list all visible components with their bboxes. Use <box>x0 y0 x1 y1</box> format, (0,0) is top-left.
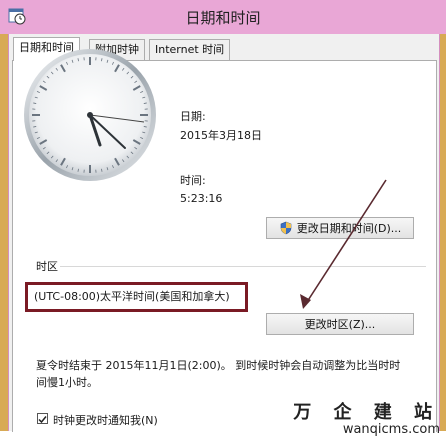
timezone-value-highlight: (UTC-08:00)太平洋时间(美国和加拿大) <box>25 282 248 312</box>
checkmark-icon <box>38 415 47 424</box>
notify-checkbox[interactable] <box>37 413 48 424</box>
date-value: 2015年3月18日 <box>180 127 262 143</box>
timezone-value: (UTC-08:00)太平洋时间(美国和加拿大) <box>34 290 230 303</box>
dst-notice-line1: 夏令时结束于 2015年11月1日(2:00)。 到时候时钟会自动调整为比当时时 <box>36 357 400 373</box>
watermark-domain: wanqicms.com <box>293 422 440 437</box>
change-date-time-label: 更改日期和时间(D)... <box>297 222 402 235</box>
uac-shield-icon <box>279 221 293 235</box>
title-bar[interactable]: 日期和时间 <box>0 0 446 34</box>
analog-clock <box>20 45 160 185</box>
time-label: 时间: <box>180 172 206 188</box>
dst-notice-line2: 间慢1小时。 <box>36 374 98 390</box>
watermark: 万 企 建 站 wanqicms.com <box>293 398 440 437</box>
change-date-time-button[interactable]: 更改日期和时间(D)... <box>266 217 414 239</box>
tab-internet-time[interactable]: Internet 时间 <box>149 39 230 60</box>
change-timezone-button[interactable]: 更改时区(Z)... <box>266 313 414 335</box>
timezone-separator <box>60 266 426 267</box>
window-title: 日期和时间 <box>0 7 446 28</box>
notify-checkbox-label[interactable]: 时钟更改时通知我(N) <box>53 412 158 428</box>
time-value: 5:23:16 <box>180 192 222 205</box>
datetime-dialog: 日期和时间 日期和时间 附加时钟 Internet 时间 日期: <box>0 0 446 431</box>
watermark-chinese: 万 企 建 站 <box>293 398 440 424</box>
date-label: 日期: <box>180 108 206 124</box>
timezone-section-label: 时区 <box>36 258 58 274</box>
